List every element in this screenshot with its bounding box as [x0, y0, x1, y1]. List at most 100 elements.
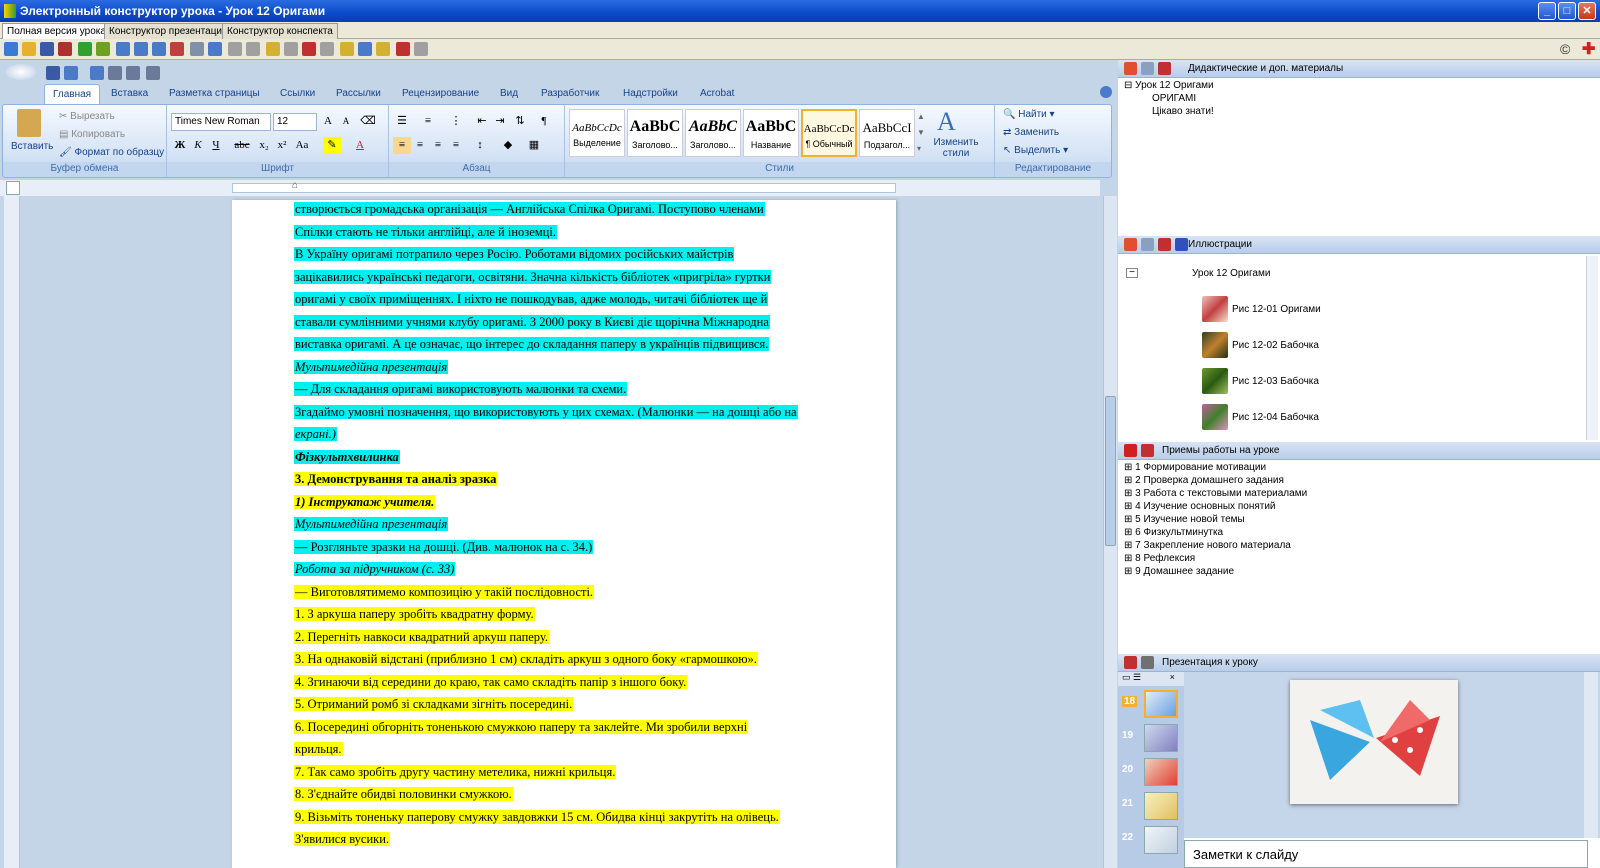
style-subtitle[interactable]: AaBbCcI Подзагол... — [859, 109, 915, 157]
technique-item[interactable]: ⊞ 7 Закрепление нового материала — [1124, 540, 1291, 551]
sort-icon[interactable]: ⇅ — [511, 113, 529, 130]
redo-icon[interactable] — [90, 66, 104, 80]
ribbon-tab-layout[interactable]: Разметка страницы — [169, 86, 260, 102]
pen-icon[interactable] — [78, 42, 92, 56]
technique-item[interactable]: ⊞ 4 Изучение основных понятий — [1124, 501, 1276, 512]
page-icon[interactable] — [358, 42, 372, 56]
delete-illustration-icon[interactable] — [1158, 238, 1171, 251]
ribbon-tab-review[interactable]: Рецензирование — [402, 86, 479, 102]
edit-illustration-icon[interactable] — [1141, 238, 1154, 251]
styles-scroll[interactable]: ▲ ▼ ▾ — [917, 109, 927, 157]
frame4-icon[interactable] — [170, 42, 184, 56]
style-normal[interactable]: AaBbCcDc ¶ Обычный — [801, 109, 857, 157]
change-styles-icon[interactable]: A — [937, 107, 956, 137]
print-slides-icon[interactable] — [1141, 656, 1154, 669]
ribbon-tab-addins[interactable]: Надстройки — [623, 86, 678, 102]
technique-item[interactable]: ⊞ 8 Рефлексия — [1124, 553, 1195, 564]
slide-rail-tabs[interactable]: ▭ ☰ × — [1118, 672, 1184, 686]
slideshow-icon[interactable] — [1124, 656, 1137, 669]
tab-outline-builder[interactable]: Конструктор конспекта — [222, 23, 338, 39]
minimize-button[interactable]: _ — [1538, 2, 1556, 20]
shading-icon[interactable]: ◆ — [499, 137, 517, 154]
technique-item[interactable]: ⊞ 2 Проверка домашнего задания — [1124, 475, 1284, 486]
technique-item[interactable]: ⊞ 5 Изучение новой темы — [1124, 514, 1245, 525]
grid-icon[interactable] — [190, 42, 204, 56]
illustration-item-2[interactable]: Рис 12-02 Бабочка — [1232, 340, 1319, 351]
justify-icon[interactable]: ≡ — [447, 137, 465, 154]
shrink-font-icon[interactable]: A — [337, 113, 355, 130]
multilevel-icon[interactable]: ⋮ — [447, 113, 465, 130]
ribbon-tab-insert[interactable]: Вставка — [111, 86, 148, 102]
tab-presentation-builder[interactable]: Конструктор презентации — [104, 23, 233, 39]
paste-icon[interactable] — [17, 109, 41, 137]
delete-technique-icon[interactable] — [1141, 444, 1154, 457]
technique-item[interactable]: ⊞ 3 Работа с текстовыми материалами — [1124, 488, 1307, 499]
tab-selector-icon[interactable] — [6, 181, 20, 195]
document-scrollbar[interactable] — [1103, 196, 1117, 868]
table-icon[interactable] — [340, 42, 354, 56]
increase-indent-icon[interactable]: ⇥ — [491, 113, 509, 130]
align-left-icon[interactable]: ≡ — [393, 137, 411, 154]
undo-icon[interactable] — [64, 66, 78, 80]
illustration-thumb-1[interactable] — [1202, 296, 1228, 322]
ribbon-tab-mailings[interactable]: Рассылки — [336, 86, 381, 102]
doc-icon[interactable] — [208, 42, 222, 56]
illustration-item-3[interactable]: Рис 12-03 Бабочка — [1232, 376, 1319, 387]
change-case-icon[interactable]: Aa — [293, 137, 311, 154]
align-center-icon[interactable]: ≡ — [411, 137, 429, 154]
bold-icon[interactable]: Ж — [171, 137, 189, 154]
note-icon[interactable] — [376, 42, 390, 56]
view-illustration-icon[interactable] — [1175, 238, 1188, 251]
collapse-icon[interactable]: − — [1126, 268, 1138, 278]
delete-icon[interactable] — [302, 42, 316, 56]
style-heading2[interactable]: AaBbC Заголово... — [685, 109, 741, 157]
ribbon-tab-references[interactable]: Ссылки — [280, 86, 315, 102]
office-button-icon[interactable] — [6, 64, 36, 80]
close-button[interactable]: ✕ — [1578, 2, 1596, 20]
slide-thumb-22[interactable] — [1144, 826, 1178, 854]
change-styles-button[interactable]: Изменить стили — [931, 137, 981, 159]
ribbon-tab-home[interactable]: Главная — [44, 84, 101, 104]
ribbon-tab-view[interactable]: Вид — [500, 86, 518, 102]
scroll-thumb[interactable] — [1105, 396, 1116, 546]
slide-thumb-18[interactable] — [1144, 690, 1178, 718]
replace-button[interactable]: ⇄ Заменить — [1003, 127, 1059, 138]
slide-thumb-20[interactable] — [1144, 758, 1178, 786]
save-icon[interactable] — [40, 42, 54, 56]
help-icon[interactable] — [1100, 86, 1112, 98]
grow-font-icon[interactable]: A — [319, 113, 337, 130]
didactic-item-interesting[interactable]: Цікаво знати! — [1152, 106, 1214, 117]
pilcrow-icon[interactable]: ¶ — [535, 113, 553, 130]
italic-icon[interactable]: К — [189, 137, 207, 154]
ribbon-tab-acrobat[interactable]: Acrobat — [700, 86, 734, 102]
delete-material-icon[interactable] — [1158, 62, 1171, 75]
underline-icon[interactable]: Ч — [207, 137, 225, 154]
slide-scrollbar[interactable] — [1584, 672, 1598, 838]
slide-view[interactable] — [1184, 672, 1600, 838]
illustrations-scrollbar[interactable] — [1586, 256, 1598, 440]
didactic-root[interactable]: ⊟ Урок 12 Оригами — [1124, 80, 1214, 91]
strikethrough-icon[interactable]: abc — [233, 137, 251, 154]
slide-thumb-19[interactable] — [1144, 724, 1178, 752]
superscript-icon[interactable]: x² — [273, 137, 291, 154]
select-button[interactable]: ↖ Выделить ▾ — [1003, 145, 1068, 156]
slide-notes[interactable]: Заметки к слайду — [1184, 840, 1588, 868]
numbering-icon[interactable]: ≡ — [419, 113, 437, 130]
edit-material-icon[interactable] — [1141, 62, 1154, 75]
borders-icon[interactable]: ▦ — [525, 137, 543, 154]
illustrations-root[interactable]: Урок 12 Оригами — [1192, 268, 1270, 279]
list-icon[interactable] — [266, 42, 280, 56]
bullets-icon[interactable]: ☰ — [393, 113, 411, 130]
highlight-icon[interactable]: ✎ — [323, 137, 341, 154]
save-as-icon[interactable] — [58, 42, 72, 56]
spell-icon[interactable] — [146, 66, 160, 80]
indent-marker-icon[interactable]: ⌂ — [292, 180, 298, 191]
add-technique-icon[interactable] — [1124, 444, 1137, 457]
frame2-icon[interactable] — [134, 42, 148, 56]
frame3-icon[interactable] — [152, 42, 166, 56]
style-title[interactable]: AaBbC Название — [743, 109, 799, 157]
font-name-combo[interactable]: Times New Roman — [171, 113, 271, 131]
marker-icon[interactable] — [96, 42, 110, 56]
format-painter-button[interactable]: 🖌 Формат по образцу — [59, 147, 164, 158]
document-page[interactable]: створюється громадська організація — Анг… — [232, 200, 896, 868]
